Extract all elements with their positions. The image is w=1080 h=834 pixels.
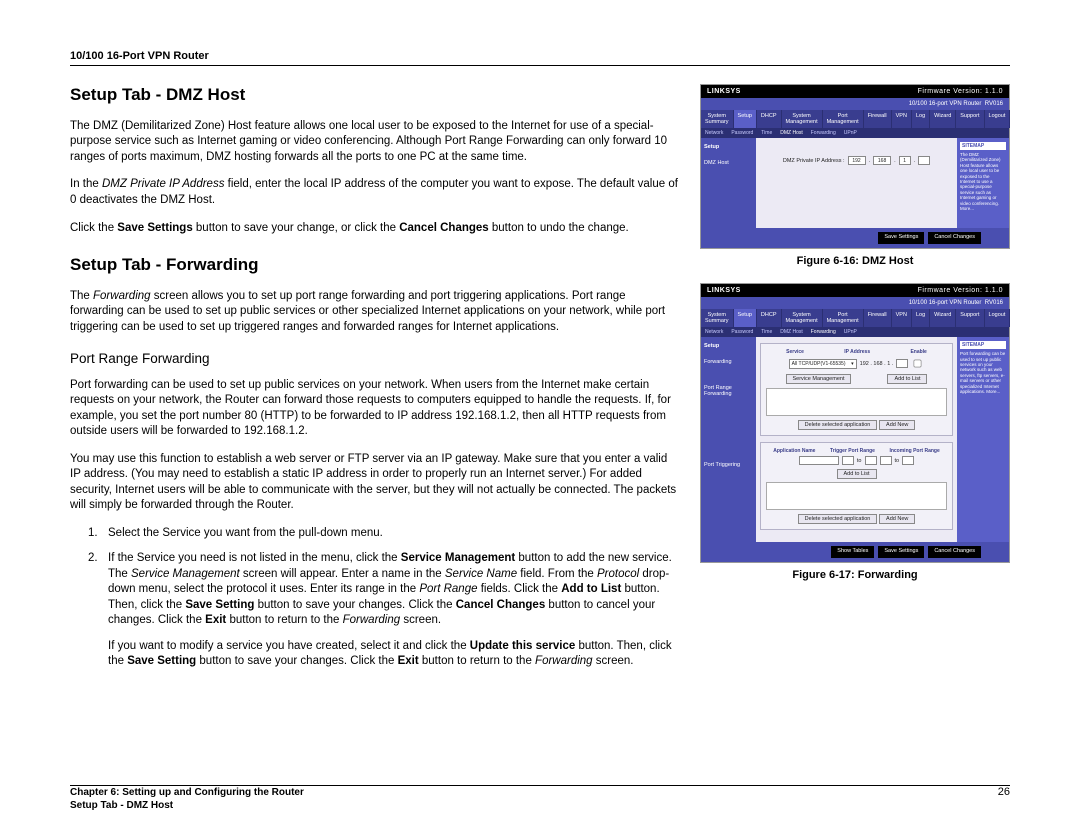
figure-caption: Figure 6-16: DMZ Host bbox=[700, 255, 1010, 267]
save-button[interactable]: Save Settings bbox=[878, 232, 924, 244]
ip-octet-1[interactable]: 192 bbox=[848, 156, 866, 165]
port-trigger-group: Application Name Trigger Port Range Inco… bbox=[760, 442, 953, 530]
ip-octet-2[interactable]: 168 bbox=[873, 156, 891, 165]
enable-checkbox[interactable] bbox=[914, 360, 922, 368]
figure-caption: Figure 6-17: Forwarding bbox=[700, 569, 1010, 581]
figure-dmz: LINKSYS Firmware Version: 1.1.0 10/100 1… bbox=[700, 84, 1010, 267]
delete-button[interactable]: Delete selected application bbox=[798, 514, 878, 524]
nav-tabs: System Summary Setup DHCP System Managem… bbox=[701, 110, 1009, 128]
figure-forwarding: LINKSYS Firmware Version: 1.1.0 10/100 1… bbox=[700, 283, 1010, 581]
app-name-input[interactable] bbox=[799, 456, 839, 465]
tab-support[interactable]: Support bbox=[956, 110, 984, 128]
cisco-logo-icon bbox=[985, 232, 1003, 244]
add-new-button[interactable]: Add New bbox=[879, 420, 915, 430]
dmz-p3: Click the Save Settings button to save y… bbox=[70, 221, 680, 237]
add-to-list-button[interactable]: Add to List bbox=[887, 374, 927, 384]
figures-column: LINKSYS Firmware Version: 1.1.0 10/100 1… bbox=[700, 84, 1010, 680]
ip-octet-4[interactable] bbox=[918, 156, 930, 165]
fwd-p3: You may use this function to establish a… bbox=[70, 452, 680, 514]
fwd-p2: Port forwarding can be used to set up pu… bbox=[70, 378, 680, 440]
ordered-list: 1. Select the Service you want from the … bbox=[70, 526, 680, 670]
router-screenshot-dmz: LINKSYS Firmware Version: 1.1.0 10/100 1… bbox=[700, 84, 1010, 249]
page-header: 10/100 16-Port VPN Router bbox=[70, 50, 1010, 66]
brand-logo: LINKSYS bbox=[707, 287, 741, 294]
save-button[interactable]: Save Settings bbox=[878, 546, 924, 558]
nav-tabs: System Summary Setup DHCP System Managem… bbox=[701, 309, 1009, 327]
list-item: 2. If the Service you need is not listed… bbox=[88, 551, 680, 670]
cisco-logo-icon bbox=[985, 546, 1003, 558]
product-name: 10/100 16-Port VPN Router bbox=[70, 50, 1010, 62]
add-to-list-button[interactable]: Add to List bbox=[837, 469, 877, 479]
dmz-heading: Setup Tab - DMZ Host bbox=[70, 84, 680, 107]
dmz-p1: The DMZ (Demilitarized Zone) Host featur… bbox=[70, 119, 680, 166]
tab-log[interactable]: Log bbox=[912, 110, 930, 128]
tab-wizard[interactable]: Wizard bbox=[930, 110, 956, 128]
tab-firewall[interactable]: Firewall bbox=[864, 110, 892, 128]
page-footer: Chapter 6: Setting up and Configuring th… bbox=[70, 786, 1010, 812]
tab-summary[interactable]: System Summary bbox=[701, 110, 734, 128]
tab-logout[interactable]: Logout bbox=[985, 110, 1011, 128]
fwd-p1: The Forwarding screen allows you to set … bbox=[70, 289, 680, 336]
ip-octet-3[interactable]: 1 bbox=[899, 156, 911, 165]
cancel-button[interactable]: Cancel Changes bbox=[928, 232, 981, 244]
trigger-list[interactable] bbox=[766, 482, 947, 510]
tab-vpn[interactable]: VPN bbox=[892, 110, 912, 128]
service-mgmt-button[interactable]: Service Management bbox=[786, 374, 852, 384]
brand-logo: LINKSYS bbox=[707, 88, 741, 95]
service-dropdown[interactable]: All TCP/UDP(V1-65535) bbox=[789, 359, 857, 369]
port-range-subheading: Port Range Forwarding bbox=[70, 350, 680, 368]
list-item: 1. Select the Service you want from the … bbox=[88, 526, 680, 542]
header-rule bbox=[70, 65, 1010, 66]
tab-dhcp[interactable]: DHCP bbox=[757, 110, 782, 128]
tab-sysmgmt[interactable]: System Management bbox=[782, 110, 823, 128]
dmz-p2: In the DMZ Private IP Address field, ent… bbox=[70, 177, 680, 208]
content-columns: Setup Tab - DMZ Host The DMZ (Demilitari… bbox=[70, 84, 1010, 680]
router-screenshot-forwarding: LINKSYS Firmware Version: 1.1.0 10/100 1… bbox=[700, 283, 1010, 563]
page-number: 26 bbox=[998, 786, 1010, 812]
show-tables-button[interactable]: Show Tables bbox=[831, 546, 874, 558]
ip-last-octet[interactable] bbox=[896, 359, 908, 368]
forwarding-list[interactable] bbox=[766, 388, 947, 416]
tab-portmgmt[interactable]: Port Management bbox=[823, 110, 864, 128]
tab-setup[interactable]: Setup bbox=[734, 110, 757, 128]
fwd-heading: Setup Tab - Forwarding bbox=[70, 254, 680, 277]
cancel-button[interactable]: Cancel Changes bbox=[928, 546, 981, 558]
text-column: Setup Tab - DMZ Host The DMZ (Demilitari… bbox=[70, 84, 680, 680]
delete-button[interactable]: Delete selected application bbox=[798, 420, 878, 430]
add-new-button[interactable]: Add New bbox=[879, 514, 915, 524]
port-range-group: Service IP Address Enable All TCP/UDP(V1… bbox=[760, 343, 953, 436]
